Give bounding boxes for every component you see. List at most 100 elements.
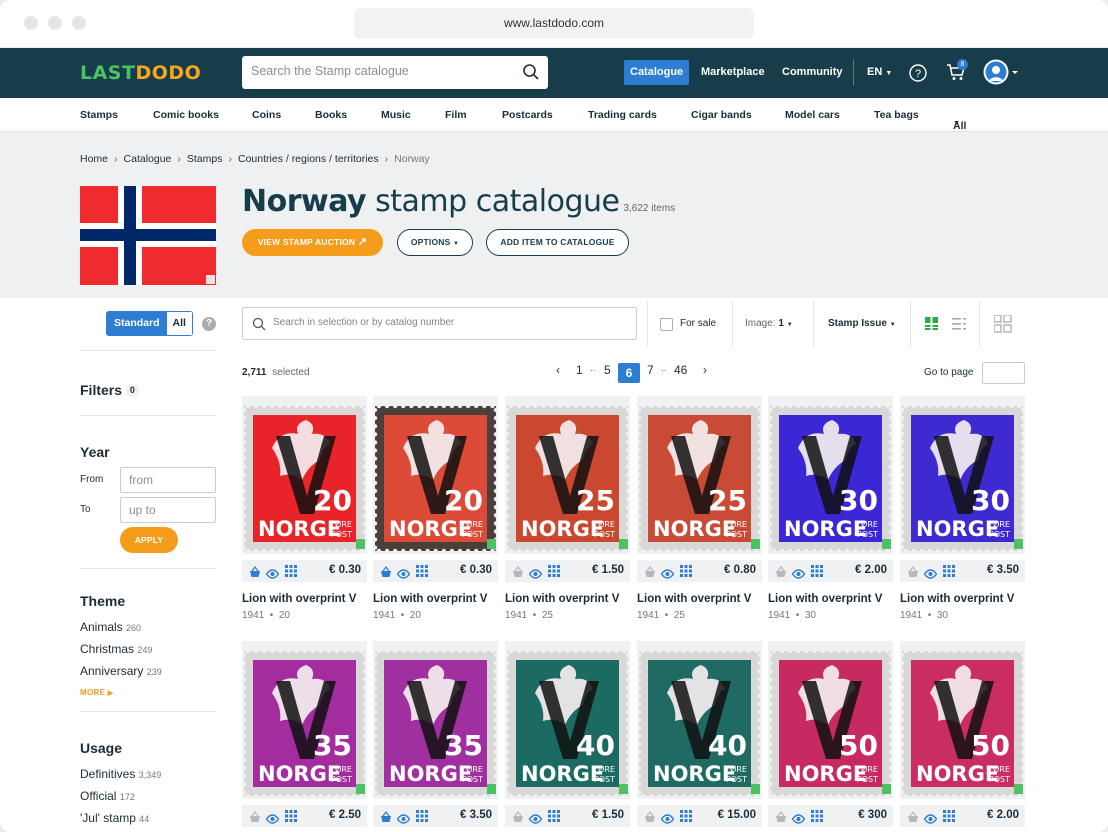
stamp-image[interactable]: 25 NORGE ØRE POST [637, 396, 762, 554]
current-page[interactable]: 6 [618, 363, 640, 383]
collection-grid-icon[interactable] [416, 809, 428, 827]
basket-icon[interactable] [644, 810, 656, 828]
mode-standard-button[interactable]: Standard [107, 312, 167, 335]
view-stamp-auction-button[interactable]: VIEW STAMP AUCTION ↗ [242, 229, 383, 256]
stamp-card[interactable]: 25 NORGE ØRE POST € 0.80 Lion with overprint … [637, 396, 762, 626]
category-music[interactable]: Music [381, 109, 411, 121]
help-question-icon[interactable]: ? [202, 317, 216, 331]
stamp-card[interactable]: 40 NORGE ØRE POST € 1.50 [505, 641, 630, 832]
theme-more-link[interactable]: MORE ▶ [80, 688, 113, 697]
stamp-image[interactable]: 40 NORGE ØRE POST [505, 641, 630, 799]
collection-grid-icon[interactable] [811, 564, 823, 582]
address-bar[interactable]: www.lastdodo.com [354, 8, 754, 39]
for-sale-checkbox[interactable] [660, 318, 673, 331]
basket-icon[interactable] [775, 810, 787, 828]
eye-icon[interactable] [660, 811, 675, 829]
window-dot-icon[interactable] [24, 16, 38, 30]
year-to-input[interactable] [120, 497, 216, 523]
eye-icon[interactable] [923, 566, 938, 584]
collection-grid-icon[interactable] [680, 809, 692, 827]
item-title[interactable]: Lion with overprint V [505, 593, 619, 605]
collection-grid-icon[interactable] [943, 564, 955, 582]
basket-icon[interactable] [249, 810, 261, 828]
item-title[interactable]: Lion with overprint V [900, 593, 1014, 605]
eye-icon[interactable] [791, 566, 806, 584]
stamp-image[interactable]: 20 NORGE ØRE POST [242, 396, 367, 554]
window-dot-icon[interactable] [48, 16, 62, 30]
basket-icon[interactable] [380, 565, 392, 583]
page-link[interactable]: 7 [647, 363, 654, 377]
breadcrumb-stamps[interactable]: Stamps [187, 153, 223, 165]
stamp-image[interactable]: 50 NORGE ØRE POST [768, 641, 893, 799]
stamp-image[interactable]: 25 NORGE ØRE POST [505, 396, 630, 554]
category-film[interactable]: Film [445, 109, 467, 121]
basket-icon[interactable] [775, 565, 787, 583]
eye-icon[interactable] [660, 566, 675, 584]
mode-all-button[interactable]: All [166, 312, 192, 335]
go-to-page-input[interactable] [982, 362, 1025, 384]
catalogue-search-input[interactable] [251, 64, 511, 78]
basket-icon[interactable] [512, 565, 524, 583]
eye-icon[interactable] [923, 811, 938, 829]
collection-grid-icon[interactable] [548, 809, 560, 827]
stamp-image[interactable]: 20 NORGE ØRE POST [373, 396, 498, 554]
theme-item[interactable]: Anniversary 239 [80, 664, 162, 678]
stamp-image[interactable]: 35 NORGE ØRE POST [373, 641, 498, 799]
stamp-image[interactable]: 30 NORGE ØRE POST [768, 396, 893, 554]
window-dot-icon[interactable] [72, 16, 86, 30]
basket-icon[interactable] [907, 565, 919, 583]
compact-grid-icon[interactable] [993, 314, 1012, 338]
stamp-card[interactable]: 35 NORGE ØRE POST € 2.50 [242, 641, 367, 832]
category-cigar-bands[interactable]: Cigar bands [691, 109, 752, 121]
help-icon[interactable]: ? [909, 64, 927, 87]
stamp-card[interactable]: 30 NORGE ØRE POST € 3.50 Lion with overprint … [900, 396, 1025, 626]
item-title[interactable]: Lion with overprint V [768, 593, 882, 605]
collection-grid-icon[interactable] [943, 809, 955, 827]
collection-grid-icon[interactable] [811, 809, 823, 827]
usage-item[interactable]: 'Jul' stamp 44 [80, 811, 149, 825]
nav-marketplace[interactable]: Marketplace [695, 60, 771, 85]
apply-button[interactable]: APPLY [120, 527, 178, 553]
basket-icon[interactable] [907, 810, 919, 828]
language-selector[interactable]: EN ▼ [861, 60, 898, 85]
stamp-card[interactable]: 30 NORGE ØRE POST € 2.00 Lion with overprint … [768, 396, 893, 626]
add-item-to-catalogue-button[interactable]: ADD ITEM TO CATALOGUE [486, 229, 629, 256]
eye-icon[interactable] [528, 566, 543, 584]
stamp-image[interactable]: 50 NORGE ØRE POST [900, 641, 1025, 799]
selection-search-input[interactable] [273, 317, 613, 328]
breadcrumb-catalogue[interactable]: Catalogue [124, 153, 172, 165]
stamp-card[interactable]: 25 NORGE ØRE POST € 1.50 Lion with overprint … [505, 396, 630, 626]
collection-grid-icon[interactable] [548, 564, 560, 582]
collection-grid-icon[interactable] [285, 809, 297, 827]
stamp-card[interactable]: 20 NORGE ØRE POST € 0.30 Lion with overprint … [373, 396, 498, 626]
lastdodo-logo[interactable]: LASTDODO [80, 62, 201, 84]
collection-grid-icon[interactable] [416, 564, 428, 582]
basket-icon[interactable] [644, 565, 656, 583]
category-books[interactable]: Books [315, 109, 347, 121]
eye-icon[interactable] [265, 811, 280, 829]
category-coins[interactable]: Coins [252, 109, 281, 121]
stamp-card[interactable]: 35 NORGE ØRE POST € 3.50 [373, 641, 498, 832]
image-selector[interactable]: Image: 1 ▼ [745, 318, 793, 329]
basket-icon[interactable] [512, 810, 524, 828]
nav-community[interactable]: Community [776, 60, 849, 85]
usage-item[interactable]: Definitives 3,349 [80, 767, 161, 781]
category-tea-bags[interactable]: Tea bags [874, 109, 919, 121]
eye-icon[interactable] [528, 811, 543, 829]
item-title[interactable]: Lion with overprint V [242, 593, 356, 605]
page-link[interactable]: 5 [604, 363, 611, 377]
category-stamps[interactable]: Stamps [80, 109, 118, 121]
item-title[interactable]: Lion with overprint V [373, 593, 487, 605]
stamp-card[interactable]: 20 NORGE ØRE POST € 0.30 Lion with overprint … [242, 396, 367, 626]
collection-grid-icon[interactable] [680, 564, 692, 582]
eye-icon[interactable] [396, 811, 411, 829]
search-icon[interactable] [252, 317, 266, 336]
year-from-input[interactable] [120, 467, 216, 493]
eye-icon[interactable] [265, 566, 280, 584]
nav-catalogue[interactable]: Catalogue [624, 60, 690, 85]
eye-icon[interactable] [791, 811, 806, 829]
collection-grid-icon[interactable] [285, 564, 297, 582]
grid-view-icon[interactable] [925, 317, 939, 336]
list-view-icon[interactable] [952, 317, 966, 336]
options-button[interactable]: OPTIONS ▼ [397, 229, 473, 256]
